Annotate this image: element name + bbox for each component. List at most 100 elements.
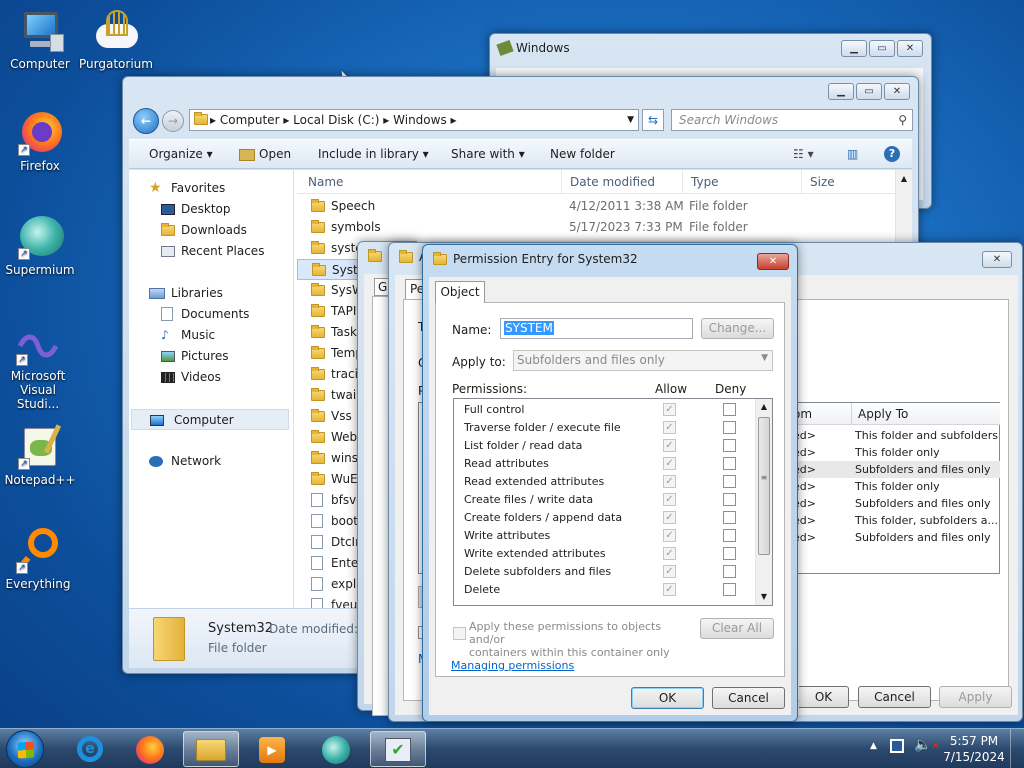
new-folder-button[interactable]: New folder	[550, 140, 615, 168]
change-button[interactable]: Change...	[701, 318, 774, 339]
nav-recent-places[interactable]: Recent Places	[129, 241, 293, 262]
maximize-button[interactable]: ▭	[856, 83, 882, 100]
dialog-cancel-button[interactable]: Cancel	[712, 687, 785, 709]
breadcrumb-computer[interactable]: Computer	[220, 113, 280, 127]
permission-entry-row[interactable]: ed> Subfolders and files only	[789, 461, 1000, 478]
nav-pictures[interactable]: Pictures	[129, 346, 293, 367]
close-button[interactable]: ✕	[982, 251, 1012, 268]
nav-computer[interactable]: Computer	[131, 409, 289, 430]
permission-entry-dialog[interactable]: Permission Entry for System32 ✕ Object N…	[422, 244, 798, 722]
nav-network[interactable]: Network	[129, 451, 293, 472]
refresh-button[interactable]: ⇆	[642, 109, 664, 131]
dialog-ok-button[interactable]: OK	[631, 687, 704, 709]
clear-all-button[interactable]: Clear All	[700, 618, 774, 639]
deny-checkbox[interactable]	[723, 439, 736, 452]
allow-checkbox[interactable]: ✓	[663, 565, 676, 578]
minimize-button[interactable]: ▁	[828, 83, 854, 100]
help-icon[interactable]: ?	[884, 146, 900, 162]
allow-checkbox[interactable]: ✓	[663, 511, 676, 524]
forward-button[interactable]: →	[162, 110, 184, 132]
address-bar[interactable]: ▸ Computer ▸ Local Disk (C:) ▸ Windows ▸…	[189, 109, 639, 131]
nav-libraries[interactable]: Libraries	[129, 283, 293, 304]
column-header-date-modified[interactable]: Date modified	[561, 170, 655, 194]
dialog-title-bar[interactable]: Permission Entry for System32 ✕	[423, 245, 797, 273]
file-row[interactable]: Speech 4/12/2011 3:38 AM File folder	[297, 196, 897, 217]
allow-checkbox[interactable]: ✓	[663, 529, 676, 542]
scroll-down-arrow-icon[interactable]: ▼	[756, 589, 772, 605]
deny-checkbox[interactable]	[723, 511, 736, 524]
permission-entry-row[interactable]: ed> This folder, subfolders a...	[789, 512, 1000, 529]
desktop-icon-notepadpp[interactable]: ↗ Notepad++	[0, 424, 80, 487]
scroll-thumb[interactable]: ≡	[758, 417, 770, 555]
desktop-icon-computer[interactable]: Computer	[0, 8, 80, 71]
adv-ok-button[interactable]: OK	[799, 686, 849, 708]
column-header-name[interactable]: Name	[308, 170, 343, 194]
permission-entry-row[interactable]: ed> This folder only	[789, 478, 1000, 495]
column-header-size[interactable]: Size	[801, 170, 835, 194]
address-dropdown-icon[interactable]: ▼	[627, 110, 634, 130]
file-row[interactable]: symbols 5/17/2023 7:33 PM File folder	[297, 217, 897, 238]
network-tray-icon[interactable]	[890, 739, 904, 753]
maximize-button[interactable]: ▭	[869, 40, 895, 57]
preview-pane-icon[interactable]: ▥	[847, 140, 858, 168]
show-desktop-button[interactable]	[1010, 729, 1024, 768]
allow-checkbox[interactable]: ✓	[663, 421, 676, 434]
allow-checkbox[interactable]: ✓	[663, 475, 676, 488]
include-in-library-button[interactable]: Include in library ▾	[318, 140, 429, 168]
view-options-icon[interactable]: ☷ ▾	[793, 140, 814, 168]
permission-entry-row[interactable]: ed> This folder only	[789, 444, 1000, 461]
allow-checkbox[interactable]: ✓	[663, 547, 676, 560]
adv-cancel-button[interactable]: Cancel	[858, 686, 931, 708]
column-header-type[interactable]: Type	[682, 170, 719, 194]
managing-permissions-link[interactable]: Managing permissions	[451, 659, 574, 672]
close-button[interactable]: ✕	[884, 83, 910, 100]
breadcrumb-windows[interactable]: Windows	[393, 113, 447, 127]
deny-checkbox[interactable]	[723, 529, 736, 542]
taskbar-media-player[interactable]: ▶	[244, 731, 300, 767]
deny-checkbox[interactable]	[723, 403, 736, 416]
deny-checkbox[interactable]	[723, 493, 736, 506]
name-field[interactable]: SYSTEM	[500, 318, 693, 339]
allow-checkbox[interactable]: ✓	[663, 457, 676, 470]
organize-button[interactable]: Organize ▾	[149, 140, 213, 168]
allow-checkbox[interactable]: ✓	[663, 403, 676, 416]
apply-to-dropdown[interactable]: Subfolders and files only ▼	[513, 350, 773, 371]
share-with-button[interactable]: Share with ▾	[451, 140, 525, 168]
close-button[interactable]: ✕	[897, 40, 923, 57]
start-button[interactable]	[6, 730, 44, 768]
deny-checkbox[interactable]	[723, 421, 736, 434]
nav-downloads[interactable]: Downloads	[129, 220, 293, 241]
scroll-up-arrow-icon[interactable]: ▲	[756, 399, 772, 415]
minimize-button[interactable]: ▁	[841, 40, 867, 57]
taskbar-supermium[interactable]	[308, 731, 364, 767]
apply-within-checkbox-box[interactable]	[453, 627, 466, 640]
deny-checkbox[interactable]	[723, 475, 736, 488]
allow-checkbox[interactable]: ✓	[663, 439, 676, 452]
adv-apply-button[interactable]: Apply	[939, 686, 1012, 708]
show-hidden-icons-icon[interactable]: ▲	[870, 741, 877, 751]
nav-documents[interactable]: Documents	[129, 304, 293, 325]
permission-entry-row[interactable]: ed> Subfolders and files only	[789, 495, 1000, 512]
permission-entry-row[interactable]: ed> Subfolders and files only	[789, 529, 1000, 546]
deny-checkbox[interactable]	[723, 457, 736, 470]
nav-desktop[interactable]: Desktop	[129, 199, 293, 220]
desktop-icon-firefox[interactable]: ↗ Firefox	[0, 110, 80, 173]
desktop-icon-purgatorium[interactable]: Purgatorium	[76, 8, 156, 71]
permission-entry-row[interactable]: ed> This folder and subfolders	[789, 427, 1000, 444]
column-header-apply-to[interactable]: Apply To	[851, 403, 908, 425]
window-title-bar[interactable]: Windows ▁ ▭ ✕	[490, 34, 931, 62]
taskbar-notepad-check[interactable]: ✔	[370, 731, 426, 767]
volume-muted-icon[interactable]: 🔈✕	[914, 737, 940, 753]
desktop-icon-visual-studio[interactable]: ↗ Microsoft Visual Studi...	[0, 328, 78, 411]
nav-music[interactable]: ♪ Music	[129, 325, 293, 346]
allow-checkbox[interactable]: ✓	[663, 583, 676, 596]
permissions-list[interactable]: Full control ✓ Traverse folder / execute f…	[453, 398, 773, 606]
back-button[interactable]: ←	[133, 108, 159, 134]
search-input[interactable]: Search Windows ⚲	[671, 109, 913, 131]
allow-checkbox[interactable]: ✓	[663, 493, 676, 506]
nav-videos[interactable]: Videos	[129, 367, 293, 388]
desktop-icon-everything[interactable]: ↗ Everything	[0, 528, 78, 591]
close-button[interactable]: ✕	[757, 253, 789, 270]
taskbar-firefox[interactable]	[122, 731, 178, 767]
permissions-scrollbar[interactable]: ▲ ≡ ▼	[755, 399, 772, 605]
